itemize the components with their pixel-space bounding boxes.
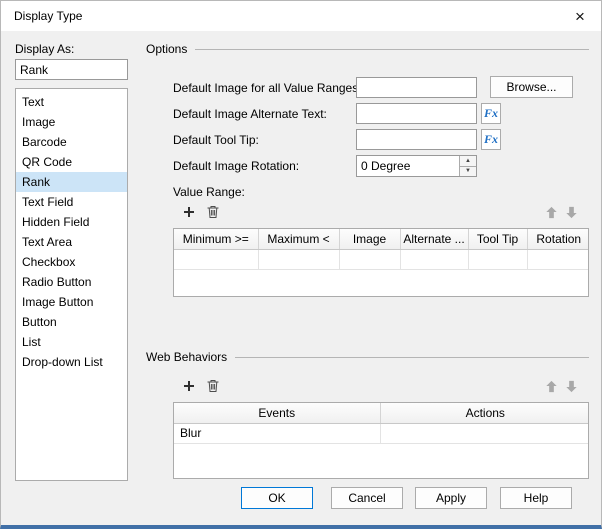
value-range-cell[interactable]	[258, 249, 340, 270]
rotation-spinner[interactable]: 0 Degree ▲ ▼	[356, 155, 477, 177]
web-behaviors-header-row: Events Actions	[174, 403, 588, 424]
value-range-row[interactable]	[174, 249, 588, 270]
rotation-value: 0 Degree	[361, 159, 411, 173]
type-item-hidden-field[interactable]: Hidden Field	[16, 212, 127, 232]
value-range-cell[interactable]	[339, 249, 401, 270]
type-item-text-area[interactable]: Text Area	[16, 232, 127, 252]
value-range-cell[interactable]	[468, 249, 528, 270]
web-behaviors-delete-button[interactable]	[202, 375, 224, 397]
col-actions: Actions	[380, 403, 588, 424]
ok-button[interactable]: OK	[241, 487, 313, 509]
web-behaviors-group-header: Web Behaviors	[146, 350, 589, 364]
type-item-button[interactable]: Button	[16, 312, 127, 332]
display-as-label: Display As:	[15, 42, 75, 56]
value-range-table: Minimum >= Maximum < Image Alternate ...…	[173, 228, 589, 297]
col-rotation: Rotation	[527, 229, 588, 250]
spin-up-icon[interactable]: ▲	[460, 156, 476, 167]
web-behaviors-group-title: Web Behaviors	[146, 350, 228, 364]
move-down-icon	[565, 380, 577, 392]
alt-text-fx-button[interactable]: Fx	[481, 103, 501, 124]
browse-button[interactable]: Browse...	[490, 76, 573, 98]
spin-down-icon[interactable]: ▼	[460, 166, 476, 176]
display-type-dialog: Display Type × Display As: Text Image Ba…	[0, 0, 602, 529]
web-behaviors-table: Events Actions Blur	[173, 402, 589, 479]
close-button[interactable]: ×	[559, 1, 601, 31]
alt-text-input[interactable]	[356, 103, 477, 124]
plus-icon	[184, 381, 194, 391]
display-as-input[interactable]	[15, 59, 128, 80]
value-range-cell[interactable]	[400, 249, 469, 270]
cancel-button[interactable]: Cancel	[331, 487, 403, 509]
rotation-label: Default Image Rotation:	[173, 159, 300, 173]
move-down-icon	[565, 206, 577, 218]
tooltip-input[interactable]	[356, 129, 477, 150]
web-behaviors-add-button[interactable]	[178, 375, 200, 397]
web-behavior-row[interactable]: Blur	[174, 423, 588, 444]
event-cell[interactable]: Blur	[174, 423, 381, 444]
col-alternate: Alternate ...	[400, 229, 469, 250]
apply-button[interactable]: Apply	[415, 487, 487, 509]
col-minimum: Minimum >=	[174, 229, 259, 250]
value-range-header-row: Minimum >= Maximum < Image Alternate ...…	[174, 229, 588, 250]
group-divider	[195, 48, 589, 50]
web-behaviors-move-down-button[interactable]	[560, 375, 582, 397]
web-behaviors-move-up-button[interactable]	[540, 375, 562, 397]
value-range-move-down-button[interactable]	[560, 201, 582, 223]
type-item-image-button[interactable]: Image Button	[16, 292, 127, 312]
type-item-list[interactable]: List	[16, 332, 127, 352]
move-up-icon	[545, 380, 557, 392]
move-up-icon	[545, 206, 557, 218]
type-item-text-field[interactable]: Text Field	[16, 192, 127, 212]
type-item-text[interactable]: Text	[16, 92, 127, 112]
value-range-delete-button[interactable]	[202, 201, 224, 223]
window-title: Display Type	[14, 9, 83, 23]
value-range-cell[interactable]	[174, 249, 259, 270]
display-type-list: Text Image Barcode QR Code Rank Text Fie…	[15, 88, 128, 481]
rotation-spin-controls: ▲ ▼	[459, 156, 476, 176]
titlebar: Display Type ×	[1, 1, 601, 31]
options-group-title: Options	[146, 42, 188, 56]
trash-icon	[207, 206, 219, 218]
options-group-header: Options	[146, 42, 589, 56]
type-item-rank[interactable]: Rank	[16, 172, 127, 192]
type-item-barcode[interactable]: Barcode	[16, 132, 127, 152]
value-range-label: Value Range:	[173, 185, 245, 199]
help-button[interactable]: Help	[500, 487, 572, 509]
type-item-qr-code[interactable]: QR Code	[16, 152, 127, 172]
plus-icon	[184, 207, 194, 217]
default-image-input[interactable]	[356, 77, 477, 98]
value-range-move-up-button[interactable]	[540, 201, 562, 223]
value-range-cell[interactable]	[527, 249, 588, 270]
close-icon: ×	[575, 6, 585, 26]
col-image: Image	[339, 229, 401, 250]
trash-icon	[207, 380, 219, 392]
tooltip-fx-button[interactable]: Fx	[481, 129, 501, 150]
type-item-image[interactable]: Image	[16, 112, 127, 132]
col-tooltip: Tool Tip	[468, 229, 528, 250]
type-item-checkbox[interactable]: Checkbox	[16, 252, 127, 272]
type-item-drop-down-list[interactable]: Drop-down List	[16, 352, 127, 372]
action-cell[interactable]	[380, 423, 588, 444]
default-image-label: Default Image for all Value Ranges:	[173, 81, 362, 95]
tooltip-label: Default Tool Tip:	[173, 133, 259, 147]
type-item-radio-button[interactable]: Radio Button	[16, 272, 127, 292]
group-divider	[235, 356, 589, 358]
col-events: Events	[174, 403, 381, 424]
col-maximum: Maximum <	[258, 229, 340, 250]
alt-text-label: Default Image Alternate Text:	[173, 107, 327, 121]
value-range-add-button[interactable]	[178, 201, 200, 223]
